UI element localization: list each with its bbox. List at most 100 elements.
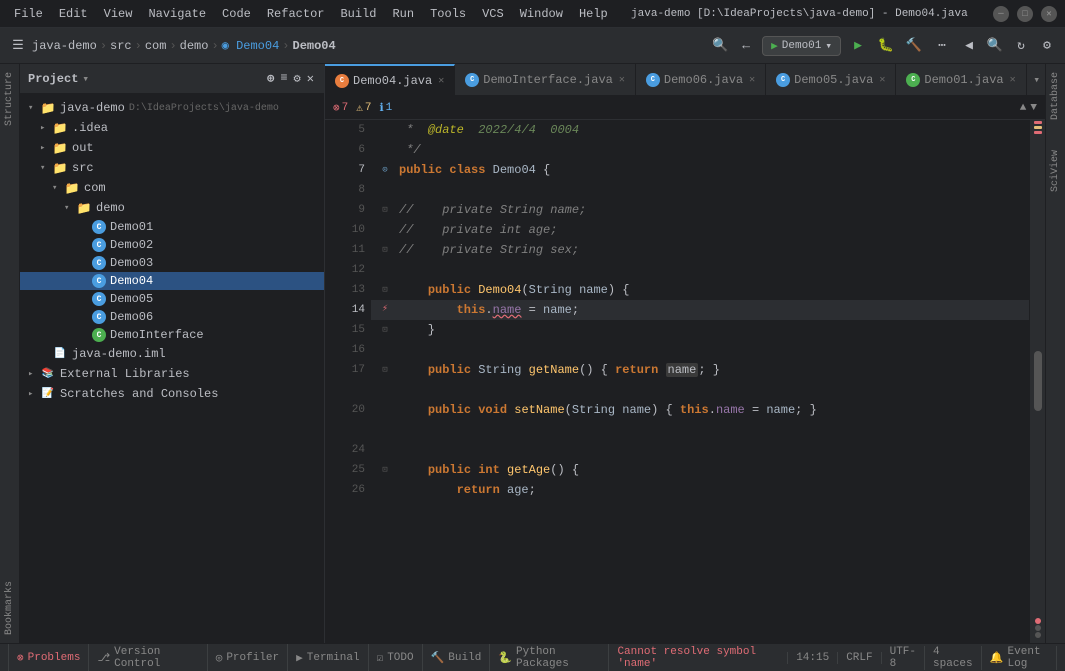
status-line-sep[interactable]: CRLF	[838, 652, 881, 664]
toolbar-search-icon[interactable]: 🔍	[710, 36, 730, 56]
build-button[interactable]: 🔨	[903, 35, 925, 57]
status-event-log[interactable]: 🔔 Event Log	[982, 646, 1057, 670]
project-dropdown-icon[interactable]: ▾	[82, 72, 89, 86]
tab-Demo04[interactable]: C Demo04.java ✕	[325, 64, 455, 96]
menu-edit[interactable]: Edit	[53, 5, 94, 23]
minimize-button[interactable]: ─	[993, 6, 1009, 22]
menu-help[interactable]: Help	[573, 5, 614, 23]
tab-close-Demo01[interactable]: ✕	[1010, 74, 1016, 86]
fold-icon[interactable]: ⊡	[382, 280, 387, 300]
code-line-13[interactable]: ⊡ public Demo04(String name) {	[371, 280, 1029, 300]
sidebar-close-icon[interactable]: ✕	[305, 69, 316, 88]
menu-window[interactable]: Window	[514, 5, 569, 23]
scroll-thumb[interactable]	[1034, 351, 1042, 411]
tree-item-DemoInterface[interactable]: ▸ C DemoInterface	[20, 326, 324, 344]
code-line-9[interactable]: ⊡ // private String name;	[371, 200, 1029, 220]
tab-dropdown-button[interactable]: ▾	[1027, 70, 1045, 90]
warning-count[interactable]: ⚠ 7	[356, 101, 371, 115]
nav-up-button[interactable]: ▲	[1020, 102, 1027, 114]
tree-item-Demo02[interactable]: ▸ C Demo02	[20, 236, 324, 254]
status-version-control[interactable]: ⎇ Version Control	[89, 644, 207, 671]
tree-item-demo[interactable]: ▾ 📁 demo	[20, 198, 324, 218]
info-count[interactable]: ℹ 1	[379, 101, 392, 115]
menu-build[interactable]: Build	[334, 5, 382, 23]
fold-icon[interactable]: ⊡	[382, 320, 387, 340]
code-line-26[interactable]: return age;	[371, 480, 1029, 500]
sidebar-collapse-icon[interactable]: ≡	[278, 69, 289, 88]
code-line-12[interactable]	[371, 260, 1029, 280]
fold-icon[interactable]: ⊡	[382, 200, 387, 220]
menu-run[interactable]: Run	[386, 5, 420, 23]
menu-vcs[interactable]: VCS	[476, 5, 510, 23]
nav-down-button[interactable]: ▼	[1030, 102, 1037, 114]
tab-close-Demo06[interactable]: ✕	[749, 74, 755, 86]
tree-item-external-libs[interactable]: ▸ 📚 External Libraries	[20, 364, 324, 384]
code-line-14[interactable]: ⚡ this.name = name;	[371, 300, 1029, 320]
tree-item-iml[interactable]: ▸ 📄 java-demo.iml	[20, 344, 324, 364]
breadcrumb-src[interactable]: src	[110, 39, 132, 53]
tree-item-Demo01[interactable]: ▸ C Demo01	[20, 218, 324, 236]
toolbar-update-icon[interactable]: ↻	[1011, 36, 1031, 56]
sciview-tab[interactable]: SciView	[1048, 146, 1063, 196]
maximize-button[interactable]: □	[1017, 6, 1033, 22]
code-line-25[interactable]: ⊡ public int getAge() {	[371, 460, 1029, 480]
status-todo[interactable]: ☑ TODO	[369, 644, 423, 671]
tab-DemoInterface[interactable]: C DemoInterface.java ✕	[455, 64, 636, 96]
database-tab[interactable]: Database	[1048, 68, 1063, 124]
menu-tools[interactable]: Tools	[424, 5, 472, 23]
status-build[interactable]: 🔨 Build	[423, 644, 491, 671]
tree-item-src[interactable]: ▾ 📁 src	[20, 158, 324, 178]
debug-button[interactable]: 🐛	[875, 35, 897, 57]
code-content[interactable]: * @date 2022/4/4 0004 */ ⊙ public class …	[371, 120, 1029, 643]
code-line-7[interactable]: ⊙ public class Demo04 {	[371, 160, 1029, 180]
bookmarks-tab[interactable]: Bookmarks	[2, 577, 17, 639]
menu-navigate[interactable]: Navigate	[142, 5, 212, 23]
status-profiler[interactable]: ◎ Profiler	[208, 644, 288, 671]
status-indent[interactable]: 4 spaces	[925, 646, 982, 670]
sidebar-locate-icon[interactable]: ⊕	[265, 69, 276, 88]
status-position[interactable]: 14:15	[787, 652, 838, 664]
code-line-21[interactable]	[371, 420, 1029, 440]
tree-item-Demo04[interactable]: ▸ C Demo04	[20, 272, 324, 290]
menu-refactor[interactable]: Refactor	[261, 5, 331, 23]
toolbar-back-icon[interactable]: ←	[736, 36, 756, 56]
tab-close-DemoInterface[interactable]: ✕	[619, 74, 625, 86]
code-line-8[interactable]	[371, 180, 1029, 200]
more-run-button[interactable]: ⋯	[931, 35, 953, 57]
tree-item-Demo05[interactable]: ▸ C Demo05	[20, 290, 324, 308]
status-encoding[interactable]: UTF-8	[882, 646, 925, 670]
code-line-18[interactable]	[371, 380, 1029, 400]
tree-item-java-demo[interactable]: ▾ 📁 java-demo D:\IdeaProjects\java-demo	[20, 98, 324, 118]
structure-tab[interactable]: Structure	[2, 68, 17, 130]
tab-Demo06[interactable]: C Demo06.java ✕	[636, 64, 766, 96]
code-line-15[interactable]: ⊡ }	[371, 320, 1029, 340]
menu-file[interactable]: File	[8, 5, 49, 23]
toolbar-search2-icon[interactable]: 🔍	[985, 36, 1005, 56]
toolbar-nav-prev[interactable]: ◀	[959, 36, 979, 56]
tree-item-com[interactable]: ▾ 📁 com	[20, 178, 324, 198]
code-line-16[interactable]	[371, 340, 1029, 360]
code-line-17[interactable]: ⊡ public String getName() { return name;…	[371, 360, 1029, 380]
tree-item-Demo06[interactable]: ▸ C Demo06	[20, 308, 324, 326]
fold-icon[interactable]: ⊡	[382, 460, 387, 480]
toolbar-project-icon[interactable]: ☰	[8, 36, 28, 56]
code-line-6[interactable]: */	[371, 140, 1029, 160]
code-line-10[interactable]: // private int age;	[371, 220, 1029, 240]
code-line-24[interactable]	[371, 440, 1029, 460]
sidebar-settings-icon[interactable]: ⚙	[292, 69, 303, 88]
menu-code[interactable]: Code	[216, 5, 257, 23]
menu-view[interactable]: View	[98, 5, 139, 23]
tree-item-Demo03[interactable]: ▸ C Demo03	[20, 254, 324, 272]
toolbar-settings-icon[interactable]: ⚙	[1037, 36, 1057, 56]
run-config-dropdown[interactable]: ▶ Demo01 ▾	[762, 36, 841, 56]
scrollbar-panel[interactable]	[1029, 120, 1045, 643]
status-python-packages[interactable]: 🐍 Python Packages	[490, 644, 609, 671]
run-button[interactable]: ▶	[847, 35, 869, 57]
tab-Demo01[interactable]: C Demo01.java ✕	[896, 64, 1026, 96]
tab-close-Demo05[interactable]: ✕	[879, 74, 885, 86]
code-line-5[interactable]: * @date 2022/4/4 0004	[371, 120, 1029, 140]
tree-item-scratches[interactable]: ▸ 📝 Scratches and Consoles	[20, 384, 324, 404]
tab-Demo05[interactable]: C Demo05.java ✕	[766, 64, 896, 96]
breadcrumb-com[interactable]: com	[145, 39, 167, 53]
breadcrumb-demo[interactable]: demo	[180, 39, 209, 53]
